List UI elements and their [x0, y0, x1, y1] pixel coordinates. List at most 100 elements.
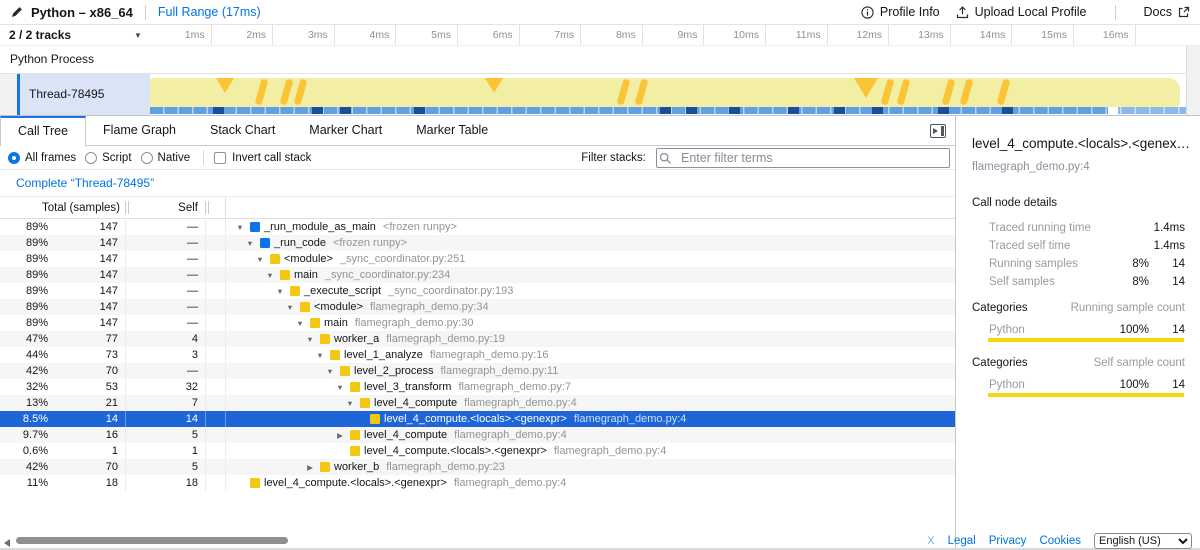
profile-name[interactable]: Python – x86_64 [31, 5, 133, 20]
invert-call-stack-label[interactable]: Invert call stack [232, 152, 311, 164]
column-resize-handle[interactable] [205, 201, 206, 214]
table-row[interactable]: 89%147—▼main_sync_coordinator.py:234 [0, 267, 955, 283]
marker-slash-icon[interactable] [255, 79, 269, 106]
table-row[interactable]: 13%217▼level_4_computeflamegraph_demo.py… [0, 395, 955, 411]
docs-button[interactable]: Docs [1144, 5, 1190, 19]
footer-close-button[interactable]: X [927, 535, 934, 547]
breadcrumb-complete-link[interactable]: Complete “Thread-78495” [16, 176, 154, 190]
category-square-icon [360, 398, 370, 408]
total-samples-cell: 147 [50, 315, 118, 331]
marker-slash-icon[interactable] [960, 79, 974, 106]
dropdown-caret-icon[interactable]: ▼ [134, 31, 142, 40]
table-row[interactable]: 89%147—▼<module>flamegraph_demo.py:34 [0, 299, 955, 315]
timeline-ruler[interactable]: 1ms2ms3ms4ms5ms6ms7ms8ms9ms10ms11ms12ms1… [150, 25, 1200, 45]
twisty-open-icon[interactable]: ▼ [314, 351, 326, 360]
self-samples-cell: — [126, 315, 198, 331]
twisty-open-icon[interactable]: ▼ [294, 319, 306, 328]
tab-flame-graph[interactable]: Flame Graph [86, 116, 193, 145]
marker-slash-icon[interactable] [294, 79, 308, 106]
marker-triangle-icon[interactable] [854, 78, 878, 98]
marker-slash-icon[interactable] [942, 79, 956, 106]
table-row[interactable]: 47%774▼worker_aflamegraph_demo.py:19 [0, 331, 955, 347]
tracks-summary[interactable]: 2 / 2 tracks [9, 28, 71, 42]
table-row[interactable]: 8.5%1414level_4_compute.<locals>.<genexp… [0, 411, 955, 427]
twisty-open-icon[interactable]: ▼ [284, 303, 296, 312]
scroll-left-arrow-icon[interactable] [4, 539, 10, 547]
radio-icon[interactable] [85, 152, 97, 164]
tab-marker-table[interactable]: Marker Table [399, 116, 505, 145]
thread-track-canvas[interactable] [150, 74, 1186, 115]
profile-info-button[interactable]: Profile Info [861, 5, 940, 19]
radio-option-script[interactable]: Script [85, 152, 131, 164]
table-row[interactable]: 0.6%11level_4_compute.<locals>.<genexpr>… [0, 443, 955, 459]
twisty-open-icon[interactable]: ▼ [234, 223, 246, 232]
track-scrollbar-gutter[interactable] [1186, 46, 1200, 115]
table-row[interactable]: 89%147—▼_execute_script_sync_coordinator… [0, 283, 955, 299]
thread-label[interactable]: Thread-78495 [20, 74, 150, 115]
total-percent-cell: 89% [0, 299, 48, 315]
column-header-self[interactable]: Self [130, 197, 198, 219]
marker-slash-icon[interactable] [997, 79, 1011, 106]
category-square-icon [350, 430, 360, 440]
table-row[interactable]: 42%70—▼level_2_processflamegraph_demo.py… [0, 363, 955, 379]
pencil-icon[interactable] [10, 5, 24, 19]
horizontal-scrollbar-thumb[interactable] [16, 537, 288, 544]
sidebar-toggle-icon[interactable] [930, 124, 946, 138]
footer-link-privacy[interactable]: Privacy [989, 535, 1027, 547]
twisty-open-icon[interactable]: ▼ [334, 383, 346, 392]
marker-triangle-icon[interactable] [485, 78, 503, 93]
footer-link-cookies[interactable]: Cookies [1039, 535, 1081, 547]
info-icon [861, 6, 874, 19]
table-row[interactable]: 11%1818level_4_compute.<locals>.<genexpr… [0, 475, 955, 491]
twisty-open-icon[interactable]: ▼ [254, 255, 266, 264]
marker-slash-icon[interactable] [635, 79, 649, 106]
marker-slash-icon[interactable] [280, 79, 294, 106]
table-row[interactable]: 42%705▶worker_bflamegraph_demo.py:23 [0, 459, 955, 475]
marker-triangle-icon[interactable] [216, 78, 234, 93]
table-row[interactable]: 89%147—▼_run_code<frozen runpy> [0, 235, 955, 251]
table-row[interactable]: 44%733▼level_1_analyzeflamegraph_demo.py… [0, 347, 955, 363]
radio-icon[interactable] [141, 152, 153, 164]
table-row[interactable]: 89%147—▼mainflamegraph_demo.py:30 [0, 315, 955, 331]
radio-option-all-frames[interactable]: All frames [8, 152, 76, 164]
invert-call-stack-checkbox[interactable] [214, 152, 226, 164]
category-square-icon [320, 334, 330, 344]
tab-marker-chart[interactable]: Marker Chart [292, 116, 399, 145]
marker-slash-icon[interactable] [617, 79, 631, 106]
upload-profile-button[interactable]: Upload Local Profile [956, 5, 1087, 19]
total-samples-cell: 147 [50, 235, 118, 251]
radio-icon[interactable] [8, 152, 20, 164]
total-percent-cell: 32% [0, 379, 48, 395]
tab-call-tree[interactable]: Call Tree [0, 116, 86, 146]
twisty-open-icon[interactable]: ▼ [274, 287, 286, 296]
column-resize-handle[interactable] [128, 201, 129, 214]
filter-input[interactable] [656, 148, 950, 168]
twisty-closed-icon[interactable]: ▶ [334, 431, 346, 440]
twisty-open-icon[interactable]: ▼ [264, 271, 276, 280]
profile-info-label: Profile Info [880, 5, 940, 19]
table-row[interactable]: 9.7%165▶level_4_computeflamegraph_demo.p… [0, 427, 955, 443]
language-select[interactable]: English (US) [1094, 533, 1192, 549]
twisty-open-icon[interactable]: ▼ [344, 399, 356, 408]
column-header-total[interactable]: Total (samples) [0, 197, 120, 219]
column-resize-handle[interactable] [125, 201, 126, 214]
function-name: level_3_transform [364, 381, 451, 393]
tab-stack-chart[interactable]: Stack Chart [193, 116, 292, 145]
twisty-closed-icon[interactable]: ▶ [304, 463, 316, 472]
sidebar-detail-row: Traced self time1.4ms [956, 238, 1200, 254]
marker-slash-icon[interactable] [881, 79, 895, 106]
radio-option-native[interactable]: Native [141, 152, 191, 164]
table-row[interactable]: 89%147—▼<module>_sync_coordinator.py:251 [0, 251, 955, 267]
footer-link-legal[interactable]: Legal [948, 535, 976, 547]
app-root: Python – x86_64 Full Range (17ms) Profil… [0, 0, 1200, 550]
function-name: level_4_compute.<locals>.<genexpr> [364, 445, 547, 457]
full-range-link[interactable]: Full Range (17ms) [158, 5, 261, 19]
column-resize-handle[interactable] [208, 201, 209, 214]
twisty-open-icon[interactable]: ▼ [304, 335, 316, 344]
table-row[interactable]: 32%5332▼level_3_transformflamegraph_demo… [0, 379, 955, 395]
twisty-open-icon[interactable]: ▼ [244, 239, 256, 248]
table-row[interactable]: 89%147—▼_run_module_as_main<frozen runpy… [0, 219, 955, 235]
twisty-open-icon[interactable]: ▼ [324, 367, 336, 376]
process-track-row[interactable]: Python Process [0, 46, 1200, 74]
marker-slash-icon[interactable] [897, 79, 911, 106]
